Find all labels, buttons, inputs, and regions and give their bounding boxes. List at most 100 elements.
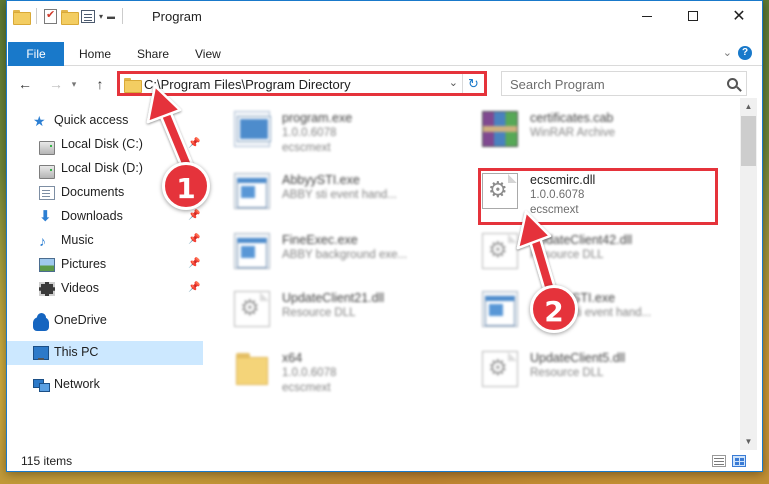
details-view-icon[interactable] xyxy=(712,455,726,467)
sidebar-item-label: OneDrive xyxy=(54,313,107,327)
tab-home[interactable]: Home xyxy=(79,42,111,66)
file-description: sti event hand... xyxy=(570,307,652,319)
customize-toolbar-icon[interactable]: ▬ xyxy=(107,12,115,21)
search-input[interactable]: Search Program xyxy=(510,77,605,92)
music-icon: ♪ xyxy=(39,233,46,249)
file-description: Resource DLL xyxy=(530,367,604,379)
close-button[interactable]: ✕ xyxy=(716,1,762,31)
address-bar[interactable]: C:\Program Files\Program Directory ⌄ ↻ xyxy=(117,71,487,96)
address-path[interactable]: C:\Program Files\Program Directory xyxy=(144,77,351,92)
pictures-icon xyxy=(39,258,55,272)
back-button[interactable]: ← xyxy=(14,73,36,95)
vertical-scrollbar[interactable]: ▲ ▼ xyxy=(740,98,757,450)
properties-check-icon[interactable] xyxy=(44,8,57,24)
chevron-down-icon[interactable]: ▾ xyxy=(99,12,103,21)
downloads-icon: ⬇ xyxy=(39,208,52,225)
sidebar-item-label: Pictures xyxy=(61,257,107,271)
file-description: Resource DLL xyxy=(530,249,604,261)
recent-locations-icon[interactable]: ▾ xyxy=(68,73,80,95)
search-icon[interactable] xyxy=(727,78,738,89)
tab-share[interactable]: Share xyxy=(137,42,169,66)
file-description: ABBY sti event hand... xyxy=(282,189,397,201)
navigation-pane: ★ Quick access Local Disk (C:) 📌 Local D… xyxy=(7,105,203,447)
sidebar-item-music[interactable]: ♪ Music 📌 xyxy=(7,229,203,253)
scroll-up-icon[interactable]: ▲ xyxy=(740,98,757,115)
videos-icon xyxy=(39,282,55,296)
file-description: 1.0.0.6078 xyxy=(282,367,337,379)
file-name: UpdateClient21.dll xyxy=(282,291,385,305)
large-icons-view-icon[interactable] xyxy=(732,455,746,467)
sidebar-item-label: Documents xyxy=(61,185,125,199)
scroll-down-icon[interactable]: ▼ xyxy=(740,433,757,450)
up-button[interactable]: ↑ xyxy=(89,73,111,95)
sidebar-item-local-disk-c[interactable]: Local Disk (C:) 📌 xyxy=(7,133,203,157)
pin-icon: 📌 xyxy=(188,282,201,293)
sidebar-item-videos[interactable]: Videos 📌 xyxy=(7,277,203,301)
new-folder-icon[interactable] xyxy=(61,9,79,25)
file-item-certificates-cab[interactable]: certificates.cab WinRAR Archive xyxy=(460,105,695,157)
file-name: program.exe xyxy=(282,111,353,125)
onedrive-icon xyxy=(33,313,49,331)
tab-view[interactable]: View xyxy=(195,42,221,66)
help-icon[interactable]: ? xyxy=(738,46,752,60)
file-description: 1.0.0.6078 xyxy=(282,127,337,139)
file-item-updateclient5-dll[interactable]: UpdateClient5.dll Resource DLL xyxy=(460,345,695,397)
file-company: ecscmext xyxy=(282,382,331,394)
file-item-updateclient42-dll[interactable]: UpdateClient42.dll Resource DLL xyxy=(460,227,695,279)
exe-icon xyxy=(234,111,271,147)
sidebar-item-label: This PC xyxy=(54,345,99,359)
sidebar-item-downloads[interactable]: ⬇ Downloads 📌 xyxy=(7,205,203,229)
step-1-badge: 1 xyxy=(162,162,210,210)
file-item-abbyysti-exe[interactable]: AbbyySTI.exe ABBY sti event hand... xyxy=(212,167,447,219)
file-item-program-exe[interactable]: program.exe 1.0.0.6078 ecscmext xyxy=(212,105,447,157)
star-icon: ★ xyxy=(33,113,46,129)
search-box[interactable]: Search Program xyxy=(501,71,747,96)
sidebar-item-this-pc[interactable]: This PC xyxy=(7,341,203,365)
maximize-icon xyxy=(688,11,698,21)
sidebar-item-network[interactable]: Network xyxy=(7,373,203,397)
file-item-fineexec-exe[interactable]: FineExec.exe ABBY background exe... xyxy=(212,227,447,279)
sidebar-item-label: Videos xyxy=(61,281,99,295)
ribbon-tabs: File Home Share View ⌄ ? xyxy=(7,42,762,66)
drive-icon xyxy=(39,165,55,179)
dll-icon xyxy=(482,351,518,387)
quick-access-toolbar: ▾ ▬ xyxy=(13,7,126,25)
item-count: 115 items xyxy=(21,454,73,468)
pin-icon: 📌 xyxy=(188,210,201,221)
explorer-window: ▾ ▬ Program ✕ File Home Share View ⌄ ? ←… xyxy=(6,0,763,472)
file-item-updateclient21-dll[interactable]: UpdateClient21.dll Resource DLL xyxy=(212,285,447,337)
chevron-down-icon[interactable]: ⌄ xyxy=(449,76,458,89)
title-bar: ▾ ▬ Program ✕ xyxy=(7,1,762,31)
folder-icon xyxy=(234,351,270,387)
dll-icon xyxy=(482,233,518,269)
sidebar-item-label: Local Disk (C:) xyxy=(61,137,143,151)
file-name: UpdateClient42.dll xyxy=(530,233,633,247)
forward-button[interactable]: → xyxy=(45,73,67,95)
step-2-badge: 2 xyxy=(530,285,578,333)
maximize-button[interactable] xyxy=(670,1,716,31)
sidebar-item-label: Local Disk (D:) xyxy=(61,161,143,175)
file-name: x64 xyxy=(282,351,303,365)
scrollbar-thumb[interactable] xyxy=(741,116,756,166)
expand-ribbon-icon[interactable]: ⌄ xyxy=(723,46,732,59)
this-pc-icon xyxy=(33,346,49,360)
refresh-icon[interactable]: ↻ xyxy=(462,74,484,93)
folder-icon[interactable] xyxy=(13,9,31,25)
sidebar-item-quick-access[interactable]: ★ Quick access xyxy=(7,109,203,133)
sidebar-item-onedrive[interactable]: OneDrive xyxy=(7,309,203,333)
application-icon xyxy=(482,291,518,327)
application-icon xyxy=(234,173,270,209)
tab-file[interactable]: File xyxy=(8,42,64,66)
sidebar-item-pictures[interactable]: Pictures 📌 xyxy=(7,253,203,277)
minimize-icon xyxy=(642,15,652,17)
minimize-button[interactable] xyxy=(624,1,670,31)
file-description: ABBY background exe... xyxy=(282,249,408,261)
sidebar-item-label: Downloads xyxy=(61,209,123,223)
properties-icon[interactable] xyxy=(81,9,95,23)
window-title: Program xyxy=(152,9,202,24)
file-name: UpdateClient5.dll xyxy=(530,351,626,365)
network-icon xyxy=(33,378,50,392)
file-list: program.exe 1.0.0.6078 ecscmext certific… xyxy=(212,105,740,447)
pin-icon: 📌 xyxy=(188,258,201,269)
file-item-x64-folder[interactable]: x64 1.0.0.6078 ecscmext xyxy=(212,345,447,397)
